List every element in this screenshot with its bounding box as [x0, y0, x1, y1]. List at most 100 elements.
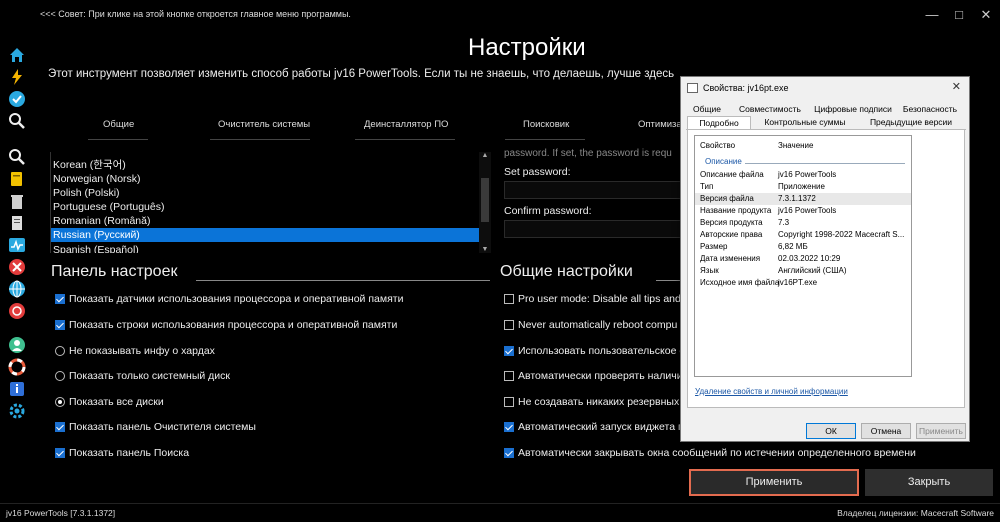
dialog-ok-button[interactable]: ОК [806, 423, 856, 439]
confirm-password-label: Confirm password: [504, 205, 592, 217]
checkbox[interactable] [504, 448, 514, 458]
search-icon[interactable] [8, 112, 26, 130]
tab-uninstaller[interactable]: Деинсталлятор ПО [364, 119, 448, 130]
checkbox[interactable] [55, 294, 65, 304]
tab-underline [88, 139, 148, 140]
section-divider [196, 280, 490, 281]
scrollbar-thumb[interactable] [481, 178, 489, 222]
dialog-cancel-button[interactable]: Отмена [861, 423, 911, 439]
radio[interactable] [55, 346, 65, 356]
property-row[interactable]: Язык Английский (США) [695, 265, 911, 277]
checkbox[interactable] [504, 371, 514, 381]
property-row[interactable]: Название продукта jv16 PowerTools [695, 205, 911, 217]
close-window-button[interactable]: ✕ [976, 6, 996, 24]
check-circle-icon[interactable] [8, 90, 26, 108]
stop-icon[interactable] [8, 302, 26, 320]
home-icon[interactable] [8, 46, 26, 64]
document-icon[interactable] [8, 214, 26, 232]
tab-general[interactable]: Общие [103, 119, 134, 130]
password-description: password. If set, the password is requ [504, 148, 672, 158]
checkbox[interactable] [504, 346, 514, 356]
checkbox[interactable] [55, 422, 65, 432]
scroll-up-icon[interactable]: ▲ [479, 152, 491, 159]
list-item[interactable]: Portuguese (Português) [51, 200, 481, 214]
group-divider [745, 163, 905, 164]
globe-icon[interactable] [8, 280, 26, 298]
property-row[interactable]: Дата изменения 02.03.2022 10:29 [695, 253, 911, 265]
property-row[interactable]: Размер 6,82 МБ [695, 241, 911, 253]
minimize-button[interactable]: — [922, 6, 942, 24]
dialog-tab-signatures[interactable]: Цифровые подписи [813, 103, 893, 116]
remove-properties-link[interactable]: Удаление свойств и личной информации [695, 387, 848, 396]
menu-hint[interactable]: <<< Совет: При клике на этой кнопке откр… [40, 9, 351, 19]
checkbox[interactable] [504, 320, 514, 330]
files-icon[interactable] [8, 170, 26, 188]
radio[interactable] [55, 397, 65, 407]
dialog-close-icon[interactable]: ✕ [952, 80, 961, 93]
list-item[interactable]: Norwegian (Norsk) [51, 172, 481, 186]
activity-icon[interactable] [8, 236, 26, 254]
lightning-icon[interactable] [8, 68, 26, 86]
confirm-password-input[interactable] [504, 220, 684, 238]
page-title: Настройки [468, 34, 586, 61]
set-password-label: Set password: [504, 166, 571, 178]
info-icon[interactable] [8, 380, 26, 398]
dialog-tab-details[interactable]: Подробно [687, 116, 751, 129]
tab-underline [355, 139, 455, 140]
dialog-apply-button[interactable]: Применить [916, 423, 966, 439]
file-icon [687, 83, 698, 93]
dialog-tab-previous-versions[interactable]: Предыдущие версии [859, 116, 963, 129]
sidebar [0, 38, 34, 428]
property-list[interactable]: Свойство Значение Описание Описание файл… [694, 135, 912, 377]
properties-dialog: Свойства: jv16pt.exe ✕ Общие Совместимос… [680, 76, 970, 442]
tab-underline [505, 139, 585, 140]
gear-icon[interactable] [8, 402, 26, 420]
tab-optimizer[interactable]: Оптимизат [638, 119, 686, 130]
list-item-selected[interactable]: Russian (Русский) [51, 228, 481, 242]
property-group: Описание [705, 157, 742, 166]
set-password-input[interactable] [504, 181, 684, 199]
status-bar: jv16 PowerTools [7.3.1.1372] Владелец ли… [0, 503, 1000, 522]
user-icon[interactable] [8, 336, 26, 354]
language-list[interactable]: Korean (한국어) Norwegian (Norsk) Polish (P… [50, 152, 492, 253]
dialog-tab-compatibility[interactable]: Совместимость [733, 103, 807, 116]
dialog-tab-checksums[interactable]: Контрольные суммы [757, 116, 853, 129]
list-item[interactable]: Spanish (Español) [51, 243, 481, 253]
checkbox[interactable] [55, 448, 65, 458]
license-label: Владелец лицензии: Macecraft Software [837, 508, 994, 518]
general-settings-title: Общие настройки [500, 263, 633, 280]
list-item[interactable]: Korean (한국어) [51, 158, 481, 172]
checkbox[interactable] [55, 320, 65, 330]
checkbox[interactable] [504, 294, 514, 304]
lifebuoy-icon[interactable] [8, 358, 26, 376]
apply-button[interactable]: Применить [689, 469, 859, 496]
page-intro: Этот инструмент позволяет изменить спосо… [48, 68, 678, 80]
scroll-down-icon[interactable]: ▼ [479, 246, 491, 253]
tab-search[interactable]: Поисковик [523, 119, 569, 130]
version-label: jv16 PowerTools [7.3.1.1372] [6, 508, 116, 518]
dialog-tab-security[interactable]: Безопасность [899, 103, 961, 116]
maximize-button[interactable]: □ [949, 6, 969, 24]
language-list-scrollbar[interactable]: ▲ ▼ [479, 152, 491, 253]
property-row[interactable]: Исходное имя файла jv16PT.exe [695, 277, 911, 289]
trash-icon[interactable] [8, 192, 26, 210]
property-row[interactable]: Версия продукта 7.3 [695, 217, 911, 229]
block-icon[interactable] [8, 258, 26, 276]
property-row[interactable]: Описание файла jv16 PowerTools [695, 169, 911, 181]
radio[interactable] [55, 371, 65, 381]
section-divider [656, 280, 682, 281]
property-row-selected[interactable]: Версия файла 7.3.1.1372 [695, 193, 911, 205]
tab-system-cleaner[interactable]: Очиститель системы [218, 119, 310, 130]
property-row[interactable]: Авторские права Copyright 1998-2022 Macec… [695, 229, 911, 241]
scan-search-icon[interactable] [8, 148, 26, 166]
details-panel: Свойство Значение Описание Описание файл… [687, 130, 965, 408]
dialog-tab-general[interactable]: Общие [687, 103, 727, 116]
list-item[interactable]: Romanian (Română) [51, 214, 481, 228]
checkbox[interactable] [504, 422, 514, 432]
close-button[interactable]: Закрыть [865, 469, 993, 496]
list-item[interactable]: Polish (Polski) [51, 186, 481, 200]
checkbox[interactable] [504, 397, 514, 407]
property-row[interactable]: Тип Приложение [695, 181, 911, 193]
tab-underline [210, 139, 310, 140]
title-bar: <<< Совет: При клике на этой кнопке откр… [0, 0, 1000, 30]
